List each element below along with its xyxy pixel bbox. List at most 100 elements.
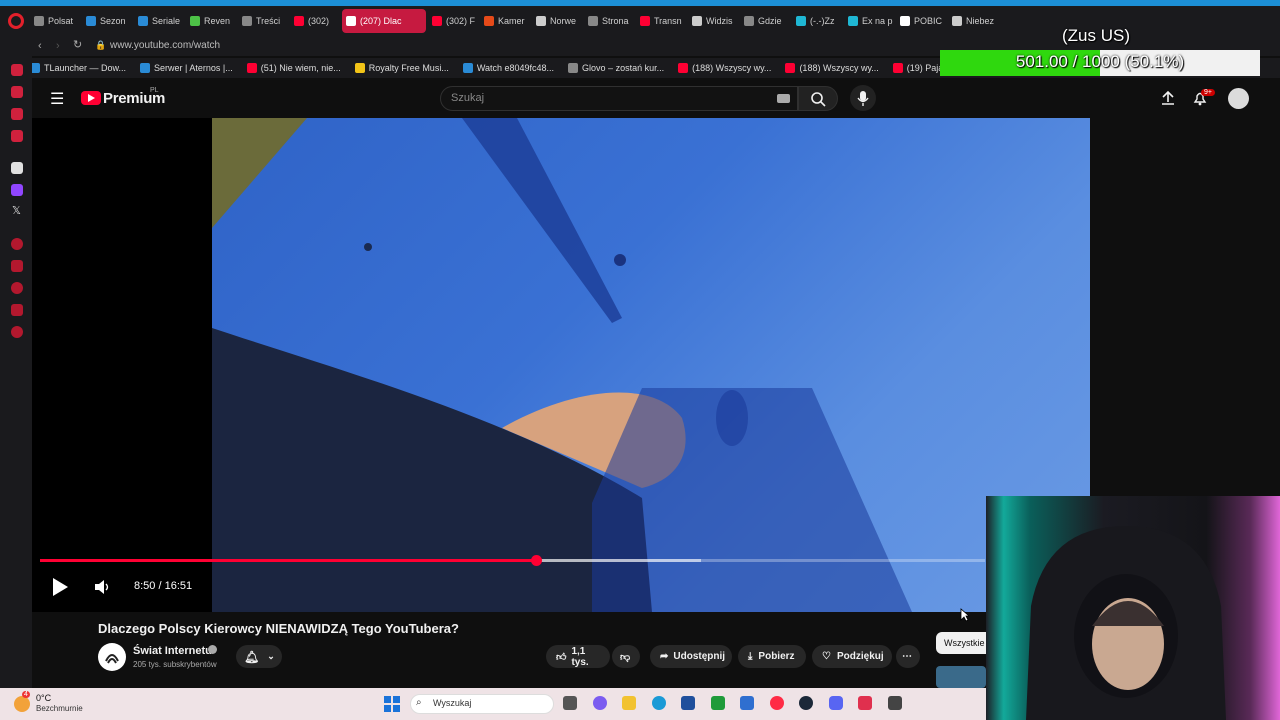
tab-item[interactable]: Ex na p (844, 9, 894, 33)
youtube-logo-icon[interactable] (81, 91, 101, 105)
bookmark-item[interactable]: (51) Nie wiem, nie... (246, 63, 341, 73)
taskbar-search-input[interactable] (410, 694, 554, 714)
tab-favicon-icon (190, 16, 200, 26)
tab-item[interactable]: Sezon (82, 9, 132, 33)
recommended-thumbnail[interactable] (936, 666, 986, 688)
search-button[interactable] (798, 86, 838, 111)
share-button[interactable]: ➦ Udostępnij (650, 645, 732, 668)
sidebar-item-wallet-icon[interactable] (11, 260, 23, 272)
weather-icon[interactable] (14, 696, 30, 712)
play-button[interactable] (50, 576, 70, 598)
steam-icon[interactable] (799, 696, 813, 710)
windows-start-icon[interactable] (384, 696, 400, 712)
weather-temperature: 0°C (36, 693, 52, 703)
tab-item[interactable]: Widzis (688, 9, 738, 33)
url-field[interactable]: www.youtube.com/watch (110, 40, 220, 51)
opera-gx-taskbar-icon[interactable] (770, 696, 784, 710)
sidebar-item-flow-icon[interactable] (11, 64, 23, 76)
sidebar-item-history-icon[interactable] (11, 282, 23, 294)
opera-logo-icon[interactable] (8, 13, 24, 29)
copilot-icon[interactable] (593, 696, 607, 710)
browser-sidebar: 𝕏 (0, 56, 32, 688)
bookmark-item[interactable]: (188) Wszyscy wy... (678, 63, 771, 73)
xbox-icon[interactable] (711, 696, 725, 710)
tab-item[interactable]: Kamer (480, 9, 530, 33)
tab-item[interactable]: Polsat (30, 9, 80, 33)
bookmark-item[interactable]: Glovo – zostań kur... (568, 63, 664, 73)
thanks-button[interactable]: ♡ Podziękuj (812, 645, 892, 668)
sidebar-item-twitch-icon[interactable] (11, 184, 23, 196)
sidebar-item-mail-icon[interactable] (11, 130, 23, 142)
forward-icon[interactable]: › (56, 40, 60, 52)
tab-item[interactable]: Niebez (948, 9, 998, 33)
tab-label: (-.-)Zz (810, 16, 835, 26)
discord-icon[interactable] (829, 696, 843, 710)
tab-label: Treści (256, 16, 281, 26)
tab-item[interactable]: (302) F (428, 9, 478, 33)
bookmark-item[interactable]: (188) Wszyscy wy... (785, 63, 879, 73)
menu-icon[interactable]: ☰ (50, 89, 64, 109)
file-explorer-icon[interactable] (622, 696, 636, 710)
tab-favicon-icon (692, 16, 702, 26)
sidebar-item-settings-icon[interactable] (11, 326, 23, 338)
sidebar-item-x-icon[interactable]: 𝕏 (12, 204, 21, 217)
store-icon[interactable] (681, 696, 695, 710)
volume-icon (95, 580, 109, 594)
sidebar-item-player-icon[interactable] (11, 238, 23, 250)
channel-avatar[interactable] (98, 643, 126, 671)
search-placeholder: Szukaj (451, 92, 485, 104)
bookmark-item[interactable]: Royalty Free Musi... (354, 63, 449, 73)
keyboard-icon[interactable] (777, 94, 790, 103)
voice-search-button[interactable] (850, 85, 876, 111)
tab-favicon-icon (900, 16, 910, 26)
subscription-bell-button[interactable]: 🔔︎ ⌄ (236, 645, 282, 668)
tab-item[interactable]: (207) Dlac (342, 9, 426, 33)
thumbs-down-icon: 👎︎ (620, 651, 631, 663)
play-icon (53, 578, 68, 596)
tab-item[interactable]: Reven (186, 9, 236, 33)
like-button[interactable]: 👍︎ 1,1 tys. (546, 645, 610, 668)
back-icon[interactable]: ‹ (38, 40, 42, 52)
bookmark-item[interactable]: Watch e8049fc48... (462, 63, 554, 73)
tab-item[interactable]: Seriale (134, 9, 184, 33)
tab-label: Transn (654, 16, 682, 26)
tab-item[interactable]: Strona (584, 9, 634, 33)
subscriber-count: 205 tys. subskrybentów (133, 660, 217, 669)
more-actions-button[interactable]: ⋯ (896, 645, 920, 668)
sidebar-item-extensions-icon[interactable] (11, 304, 23, 316)
channel-name[interactable]: Świat Internetu (133, 645, 212, 657)
tab-label: Strona (602, 16, 629, 26)
azure-icon[interactable] (740, 696, 754, 710)
tab-item[interactable]: (-.-)Zz (792, 9, 842, 33)
app-icon-2[interactable] (888, 696, 902, 710)
progress-bar-played (40, 559, 536, 562)
volume-button[interactable] (93, 578, 111, 596)
tab-item[interactable]: Gdzie (740, 9, 790, 33)
app-icon[interactable] (858, 696, 872, 710)
verified-icon (208, 645, 217, 654)
bookmark-item[interactable]: TLauncher — Dow... (30, 63, 126, 73)
bookmark-item[interactable]: Serwer | Aternos |... (140, 63, 233, 73)
task-view-icon[interactable] (563, 696, 577, 710)
account-avatar[interactable] (1228, 88, 1249, 109)
tab-item[interactable]: Treści (238, 9, 288, 33)
tab-item[interactable]: (302) (290, 9, 340, 33)
dislike-button[interactable]: 👎︎ (612, 645, 640, 668)
search-input[interactable] (440, 86, 798, 111)
tab-item[interactable]: Norwe (532, 9, 582, 33)
progress-bar-scrubber[interactable] (530, 555, 542, 566)
tab-item[interactable]: POBIC (896, 9, 946, 33)
reload-icon[interactable]: ↻ (73, 38, 82, 51)
sidebar-item-aria-icon[interactable] (11, 86, 23, 98)
edge-icon[interactable] (652, 696, 666, 710)
chip-all[interactable]: Wszystkie (936, 632, 993, 654)
tab-item[interactable]: Transn (636, 9, 686, 33)
bookmark-favicon-icon (568, 63, 579, 73)
sidebar-item-messenger-icon[interactable] (11, 108, 23, 120)
sidebar-item-pin-icon[interactable] (11, 162, 23, 174)
download-button[interactable]: ⤓ Pobierz (738, 645, 806, 668)
create-upload-icon[interactable] (1160, 90, 1176, 106)
bookmark-favicon-icon (246, 63, 257, 73)
video-frame[interactable] (212, 118, 1090, 612)
bookmark-label: (51) Nie wiem, nie... (260, 63, 341, 73)
